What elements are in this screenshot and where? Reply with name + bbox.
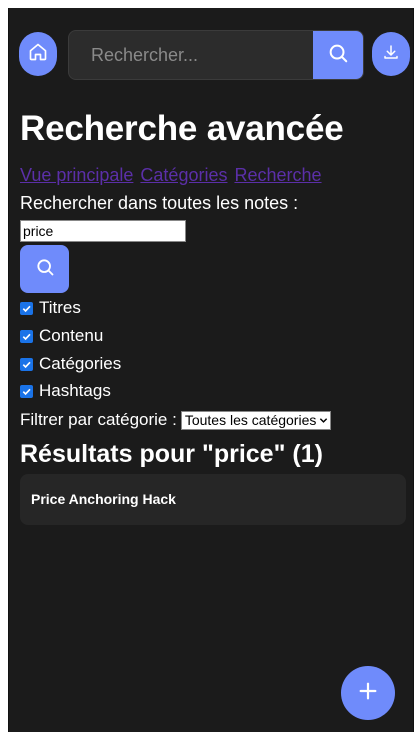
search-icon <box>327 42 349 69</box>
header-search-button[interactable] <box>313 31 363 79</box>
search-label: Rechercher dans toutes les notes : <box>20 193 299 213</box>
category-filter: Filtrer par catégorie : Toutes les catég… <box>20 410 332 430</box>
option-label: Titres <box>39 298 81 317</box>
option-label: Contenu <box>39 326 104 345</box>
app-panel: Recherche avancée Vue principale Catégor… <box>8 8 414 732</box>
download-icon <box>382 43 400 66</box>
home-button[interactable] <box>19 32 57 76</box>
nav-link-categories[interactable]: Catégories <box>140 165 227 185</box>
checkbox-hashtags[interactable] <box>20 384 33 398</box>
checkbox-categories[interactable] <box>20 357 33 371</box>
option-content[interactable]: Contenu <box>20 326 103 346</box>
results-heading: Résultats pour "price" (1) <box>20 440 323 468</box>
breadcrumb-nav: Vue principale Catégories Recherche <box>20 165 324 186</box>
option-titles[interactable]: Titres <box>20 298 81 318</box>
category-select[interactable]: Toutes les catégories <box>180 410 332 430</box>
option-categories[interactable]: Catégories <box>20 354 121 374</box>
option-hashtags[interactable]: Hashtags <box>20 381 111 401</box>
result-title: Price Anchoring Hack <box>31 491 176 507</box>
nav-link-search[interactable]: Recherche <box>234 165 321 185</box>
filter-label: Filtrer par catégorie : <box>20 410 177 429</box>
option-label: Hashtags <box>39 381 111 400</box>
result-item[interactable]: Price Anchoring Hack <box>20 474 406 525</box>
download-button[interactable] <box>372 32 410 76</box>
query-input[interactable] <box>20 220 186 242</box>
checkbox-content[interactable] <box>20 329 33 343</box>
plus-icon <box>357 680 379 707</box>
category-select-value: Toutes les catégories <box>184 412 317 428</box>
chevron-down-icon <box>319 416 328 425</box>
header-search <box>68 30 364 80</box>
advanced-search-button[interactable] <box>20 245 69 293</box>
search-icon <box>35 257 55 282</box>
add-note-button[interactable] <box>341 666 395 720</box>
checkbox-titles[interactable] <box>20 301 33 315</box>
page-title: Recherche avancée <box>20 109 344 148</box>
nav-link-main-view[interactable]: Vue principale <box>20 165 133 185</box>
header-search-input[interactable] <box>69 31 313 79</box>
option-label: Catégories <box>39 354 122 373</box>
home-icon <box>28 42 48 67</box>
